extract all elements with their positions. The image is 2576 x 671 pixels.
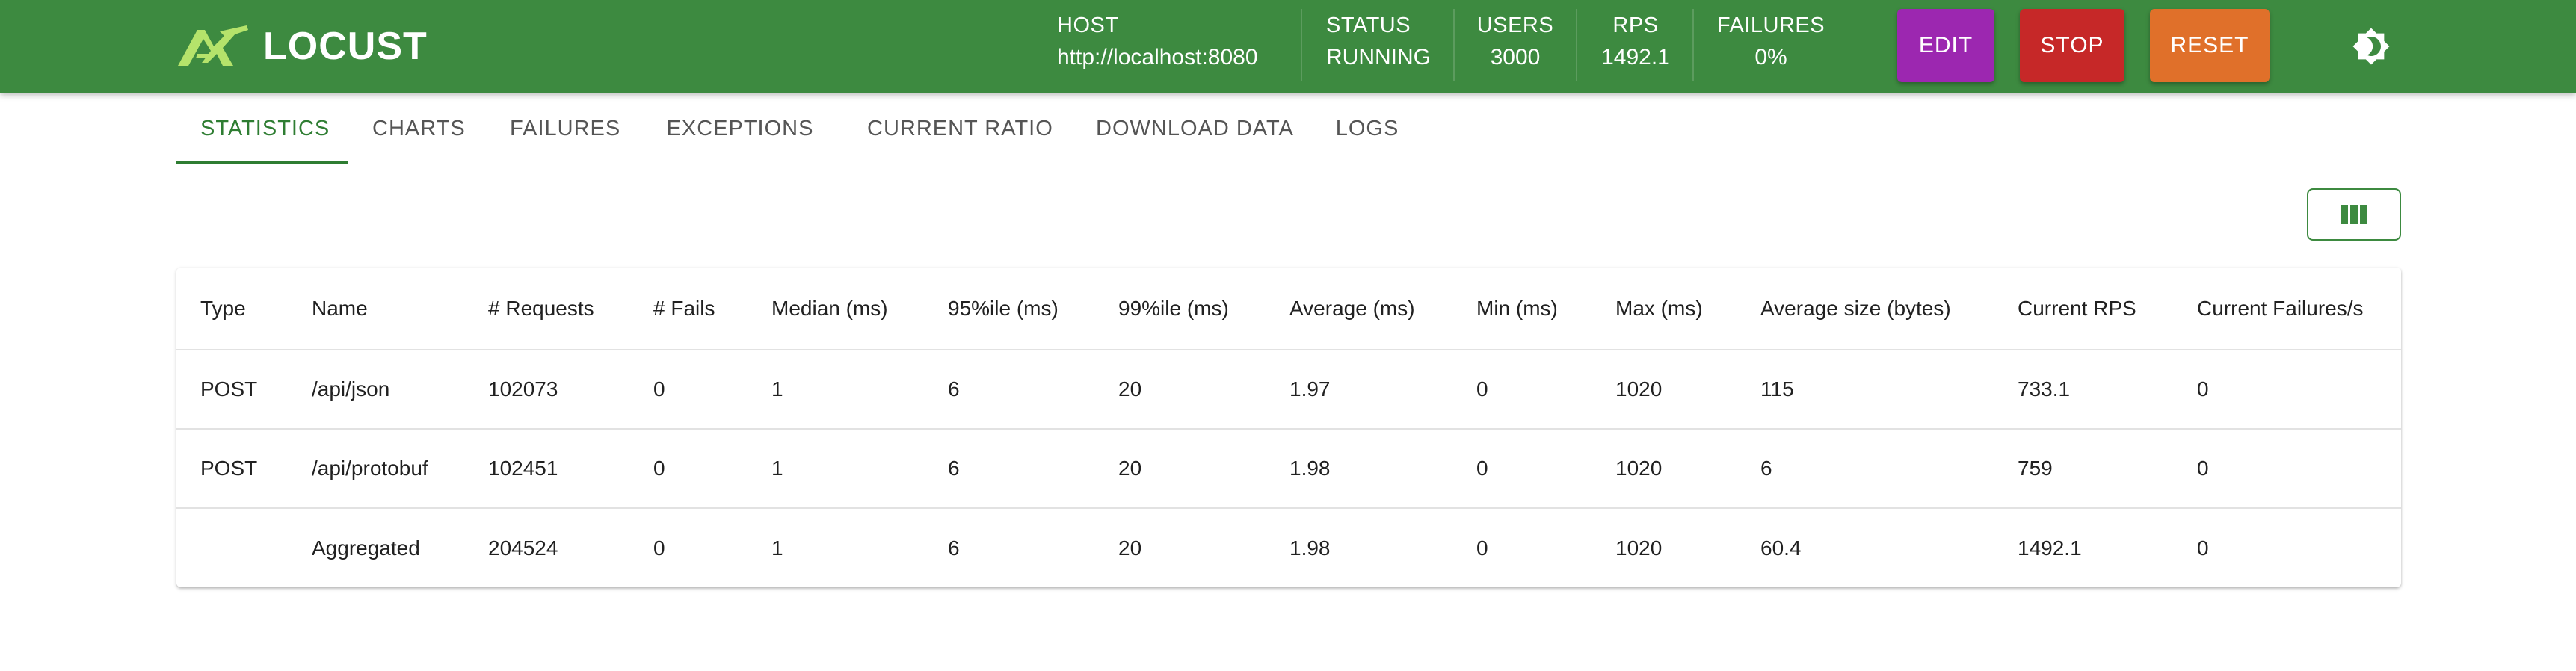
table-cell: 6 [948,377,960,401]
view-column-icon [2341,205,2367,224]
column-header-current-rps[interactable]: Current RPS [1994,268,2173,350]
tab-statistics[interactable]: STATISTICS [176,93,348,164]
table-cell: 1020 [1615,536,1663,560]
table-cell: 1 [771,377,783,401]
rps-label: RPS [1612,13,1659,37]
table-cell: 1492.1 [2018,536,2082,560]
table-cell: 20 [1118,536,1142,560]
failures-stat: FAILURES 0% [1712,10,1830,82]
table-cell: 102073 [488,377,558,401]
table-cell [176,508,288,587]
locust-logo-icon [178,25,248,66]
tab-download-data[interactable]: DOWNLOAD DATA [1072,93,1310,164]
edit-button[interactable]: EDIT [1897,9,1994,82]
table-cell: 6 [948,536,960,560]
tab-current-ratio[interactable]: CURRENT RATIO [843,93,1072,164]
table-cell: Aggregated [312,536,420,560]
column-header-95-percentile[interactable]: 95%ile (ms) [924,268,1094,350]
status-stat: STATUS RUNNING [1326,10,1431,82]
users-value: 3000 [1490,45,1541,69]
table-cell: 1 [771,536,783,560]
column-header-average-size[interactable]: Average size (bytes) [1737,268,1994,350]
column-header-max[interactable]: Max (ms) [1591,268,1737,350]
table-row-aggregated: Aggregated 204524 0 1 6 20 1.98 0 1020 6… [176,508,2401,587]
table-cell: 1 [771,457,783,480]
table-cell: 0 [1476,457,1488,480]
brightness-icon [2352,28,2390,65]
statistics-table: Type Name # Requests # Fails Median (ms)… [176,268,2401,587]
table-cell: 115 [1760,377,1794,401]
status-value: RUNNING [1326,45,1431,69]
table-cell: 759 [2018,457,2053,480]
rps-stat: RPS 1492.1 [1591,10,1680,82]
tab-failures[interactable]: FAILURES [486,93,637,164]
table-cell: 20 [1118,377,1142,401]
table-cell: /api/json [312,377,390,401]
column-header-requests[interactable]: # Requests [464,268,629,350]
header-divider [1301,9,1302,81]
table-cell: 0 [653,457,665,480]
tab-logs[interactable]: LOGS [1310,93,1425,164]
app-name: LOCUST [263,25,428,68]
table-cell: 1.97 [1289,377,1331,401]
statistics-table-card: Type Name # Requests # Fails Median (ms)… [176,268,2401,587]
table-row: POST /api/protobuf 102451 0 1 6 20 1.98 … [176,429,2401,508]
host-label: HOST [1057,13,1119,37]
table-cell: POST [200,457,258,480]
column-header-current-failures[interactable]: Current Failures/s [2173,268,2401,350]
status-label: STATUS [1326,13,1411,37]
header-divider [1692,9,1694,81]
table-cell: 6 [1760,457,1772,480]
failures-value: 0% [1754,45,1787,69]
table-cell: 0 [1476,377,1488,401]
tab-exceptions[interactable]: EXCEPTIONS [637,93,843,164]
app-header: LOCUST HOST http://localhost:8080 STATUS… [0,0,2576,93]
table-cell: 1.98 [1289,457,1331,480]
table-cell: 6 [948,457,960,480]
table-cell: 0 [653,536,665,560]
table-cell: 204524 [488,536,558,560]
column-selector-button[interactable] [2307,188,2401,241]
table-row: POST /api/json 102073 0 1 6 20 1.97 0 10… [176,350,2401,429]
table-cell: 0 [1476,536,1488,560]
table-cell: POST [200,377,258,401]
header-divider [1576,9,1577,81]
table-cell: 0 [2197,377,2209,401]
table-cell: 20 [1118,457,1142,480]
table-cell: 60.4 [1760,536,1802,560]
failures-label: FAILURES [1716,13,1825,37]
host-stat: HOST http://localhost:8080 [1057,10,1258,82]
column-header-median[interactable]: Median (ms) [748,268,924,350]
active-tab-indicator [176,161,348,164]
column-header-average[interactable]: Average (ms) [1266,268,1452,350]
tab-charts[interactable]: CHARTS [348,93,486,164]
header-divider [1453,9,1455,81]
column-header-fails[interactable]: # Fails [629,268,748,350]
users-stat: USERS 3000 [1468,10,1562,82]
theme-toggle-button[interactable] [2352,27,2391,66]
stop-button[interactable]: STOP [2020,9,2124,82]
table-cell: 1.98 [1289,536,1331,560]
column-header-min[interactable]: Min (ms) [1452,268,1591,350]
table-cell: 102451 [488,457,558,480]
table-cell: 733.1 [2018,377,2071,401]
table-cell: 1020 [1615,457,1663,480]
table-cell: 0 [653,377,665,401]
column-header-name[interactable]: Name [288,268,464,350]
host-value: http://localhost:8080 [1057,45,1258,69]
table-cell: 0 [2197,536,2209,560]
rps-value: 1492.1 [1601,45,1670,69]
users-label: USERS [1476,13,1554,37]
locust-logo[interactable]: LOCUST [175,22,428,70]
table-cell: 1020 [1615,377,1663,401]
table-cell: 0 [2197,457,2209,480]
column-header-99-percentile[interactable]: 99%ile (ms) [1094,268,1266,350]
reset-button[interactable]: RESET [2150,9,2270,82]
table-cell: /api/protobuf [312,457,428,480]
table-header-row: Type Name # Requests # Fails Median (ms)… [176,268,2401,350]
column-header-type[interactable]: Type [176,268,288,350]
